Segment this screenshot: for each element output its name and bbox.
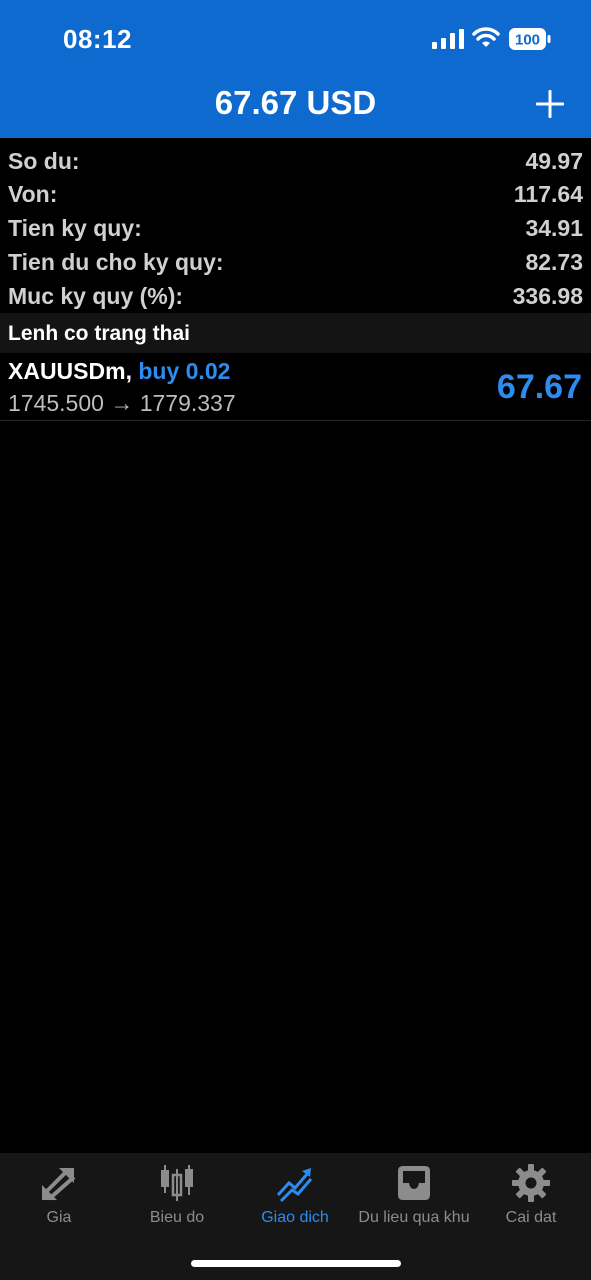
position-symbol: XAUUSDm, [8,358,132,384]
bottom-tab-bar: Gia Bieu do Giao dich Du lieu qua khu Ca… [0,1153,591,1280]
summary-label: Tien ky quy: [8,215,142,241]
summary-row-equity: Von: 117.64 [0,175,591,209]
summary-row-balance: So du: 49.97 [0,142,591,176]
top-header: 08:12 100 67.67 USD [0,0,591,138]
tab-label: Cai dat [505,1209,557,1226]
open-positions-header: Lenh co trang thai [0,313,591,353]
tab-label: Du lieu qua khu [358,1209,470,1226]
summary-row-free-margin: Tien du cho ky quy: 82.73 [0,243,591,277]
home-indicator[interactable] [191,1260,401,1267]
battery-level: 100 [515,32,540,49]
position-type: buy 0.02 [138,358,231,384]
summary-row-margin-level: Muc ky quy (%): 336.98 [0,277,591,311]
summary-value: 336.98 [512,283,583,309]
tab-label: Giao dich [261,1209,329,1226]
summary-value: 117.64 [513,181,583,207]
section-title: Lenh co trang thai [8,322,191,345]
summary-value: 82.73 [525,249,583,275]
position-profit: 67.67 [496,368,582,406]
gear-icon [512,1164,550,1202]
inbox-icon [398,1166,430,1200]
tab-charts[interactable]: Bieu do [118,1153,236,1233]
summary-value: 49.97 [525,148,583,174]
summary-label: So du: [8,148,80,174]
wifi-icon [472,27,500,47]
tab-label: Bieu do [149,1209,205,1226]
position-row[interactable]: XAUUSDm, buy 0.02 1745.500 → 1779.337 67… [0,353,591,421]
status-bar: 08:12 100 [0,0,591,80]
cellular-signal-icon [432,29,464,49]
summary-row-margin: Tien ky quy: 34.91 [0,209,591,243]
trade-chart-icon [276,1168,313,1203]
status-time: 08:12 [63,24,132,54]
tab-quotes[interactable]: Gia [0,1153,118,1233]
tab-history[interactable]: Du lieu qua khu [354,1153,474,1233]
tab-label: Gia [46,1209,72,1226]
summary-label: Von: [8,181,58,207]
arrows-icon [42,1167,76,1201]
tab-trade[interactable]: Giao dich [236,1153,354,1233]
battery-icon: 100 [509,28,551,50]
tab-settings[interactable]: Cai dat [472,1153,590,1233]
equity-title: 67.67 USD [214,84,377,121]
position-prices: 1745.500 → 1779.337 [8,390,236,416]
account-summary: So du: 49.97 Von: 117.64 Tien ky quy: 34… [0,138,591,313]
position-symbol-line: XAUUSDm, buy 0.02 [8,358,230,385]
summary-label: Muc ky quy (%): [8,283,184,309]
summary-value: 34.91 [525,215,583,241]
candlestick-icon [161,1165,193,1201]
plus-icon[interactable] [532,86,568,122]
summary-label: Tien du cho ky quy: [8,249,224,275]
